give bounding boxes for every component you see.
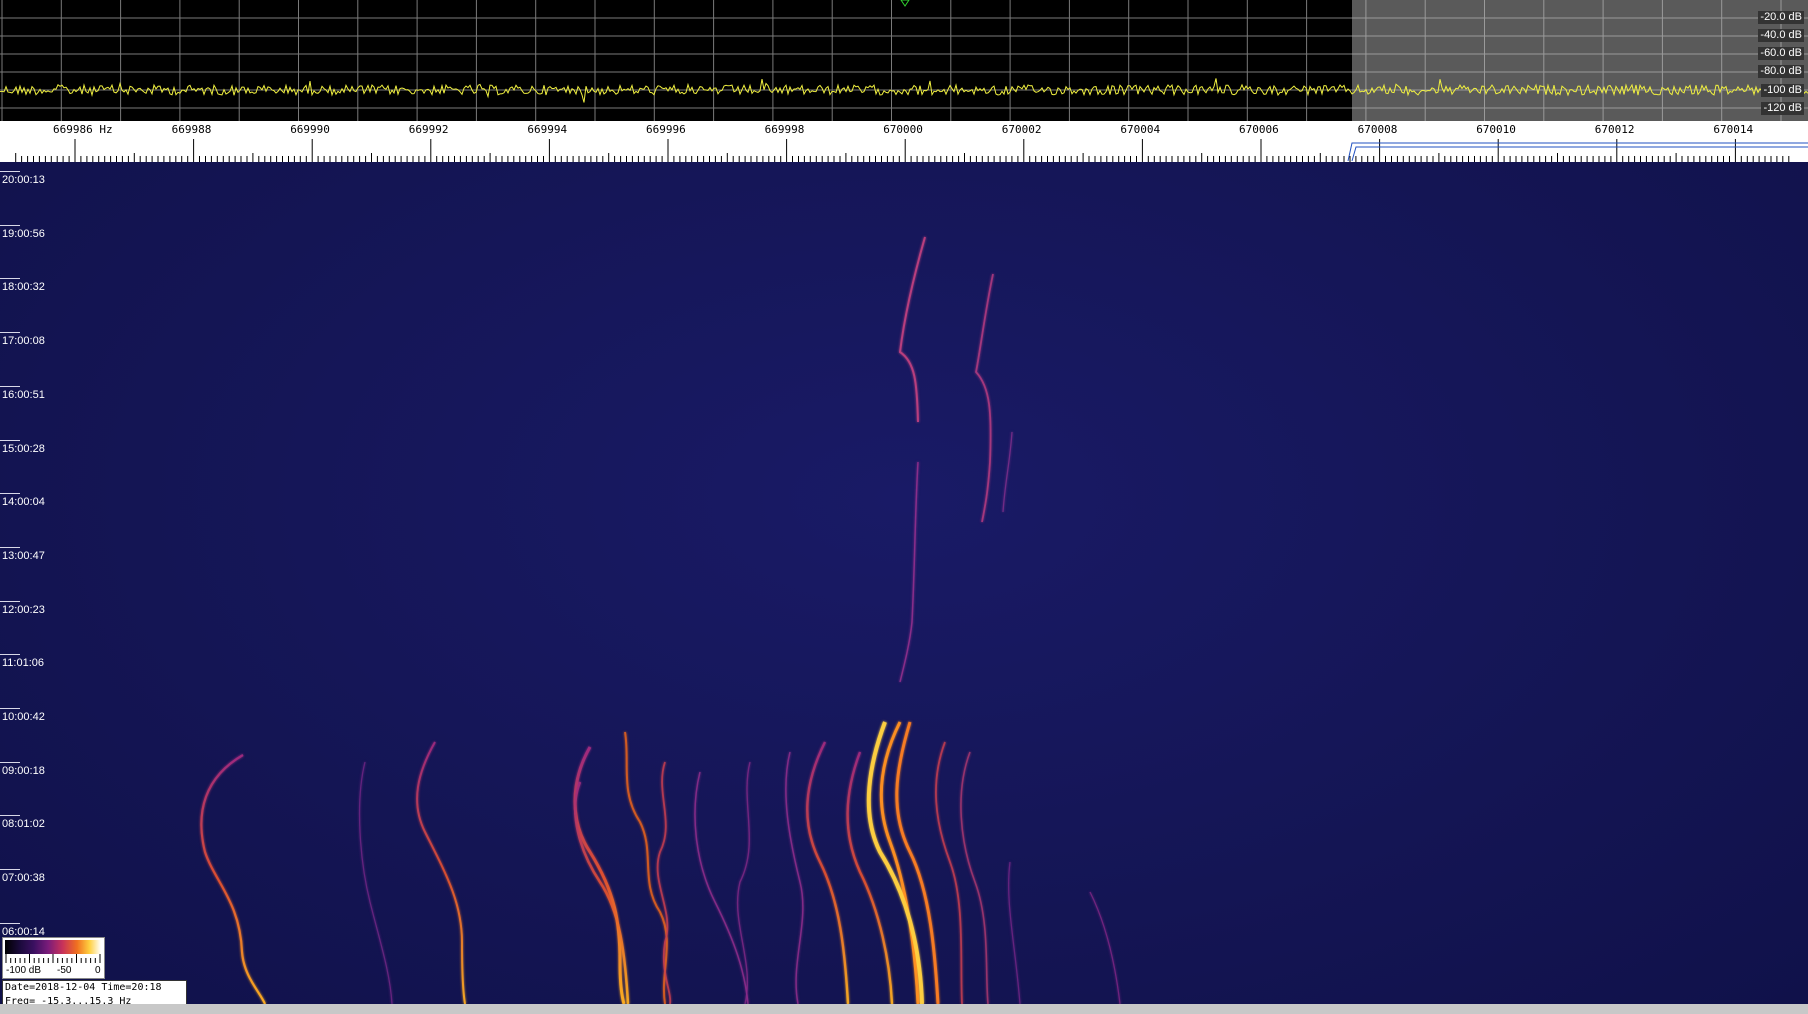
bottom-scrollbar[interactable] (0, 1004, 1808, 1014)
time-label-6: 14:00:04 (2, 496, 45, 509)
freq-label-6: 669998 (764, 123, 805, 136)
freq-label-10: 670006 (1239, 123, 1279, 136)
db-label-4: -100 dB (1761, 84, 1804, 97)
doppler-trace (1002, 431, 1013, 513)
time-tick-0 (0, 171, 20, 172)
time-label-9: 11:01:06 (2, 657, 45, 670)
colorbar-label-min: -100 dB (6, 965, 42, 976)
doppler-trace (898, 236, 926, 423)
time-label-13: 07:00:38 (2, 872, 45, 885)
doppler-trace (899, 461, 919, 683)
freq-label-7: 670000 (883, 123, 923, 136)
info-date-time: Date=2018-12-04 Time=20:18 (5, 982, 162, 993)
time-label-11: 09:00:18 (2, 764, 45, 777)
doppler-trace (573, 746, 626, 1004)
time-label-1: 19:00:56 (2, 227, 45, 240)
freq-label-12: 670010 (1476, 123, 1516, 136)
time-tick-14 (0, 922, 20, 924)
time-tick-12 (0, 815, 20, 817)
marker-triangle-icon (900, 0, 910, 7)
freq-label-1: 669988 (171, 123, 212, 136)
time-label-10: 10:00:42 (2, 711, 45, 723)
db-label-0: -20.0 dB (1758, 11, 1804, 24)
freq-label-8: 670002 (1001, 123, 1042, 136)
time-tick-2 (0, 278, 20, 280)
freq-label-14: 670014 (1713, 123, 1754, 136)
time-label-7: 13:00:47 (2, 549, 45, 562)
time-tick-11 (0, 761, 20, 763)
spectrum-plot[interactable] (0, 0, 1808, 121)
time-label-2: 18:00:32 (2, 281, 45, 294)
colorbar-label-mid: -50 (57, 965, 72, 976)
spectrum-panel[interactable]: -20.0 dB -40.0 dB -60.0 dB -80.0 dB -100… (0, 0, 1808, 121)
time-tick-6 (0, 493, 20, 495)
db-label-5: -120 dB (1761, 102, 1804, 115)
color-gradient (5, 940, 101, 954)
doppler-trace (624, 731, 668, 1004)
doppler-trace (960, 751, 989, 1004)
doppler-trace (1089, 891, 1121, 1004)
freq-label-0: 669986 Hz (53, 123, 113, 136)
time-label-8: 12:00:23 (2, 603, 45, 616)
doppler-trace (656, 761, 672, 1004)
color-scale-legend: -100 dB -50 0 (2, 937, 105, 979)
doppler-trace (200, 754, 267, 1004)
bandwidth-marker (1347, 142, 1808, 162)
db-label-2: -60.0 dB (1758, 47, 1804, 60)
freq-label-5: 669996 (646, 123, 686, 136)
time-label-12: 08:01:02 (2, 818, 45, 831)
color-scale-ticks (5, 954, 101, 963)
time-tick-3 (0, 332, 20, 334)
waterfall-display[interactable]: 20:00:13 19:00:56 18:00:32 17:00:08 16:00:51… (0, 162, 1808, 1004)
time-label-5: 15:00:28 (2, 442, 45, 455)
time-tick-9 (0, 654, 20, 656)
doppler-trace (736, 761, 751, 1004)
time-label-14: 06:00:14 (2, 925, 45, 938)
freq-label-9: 670004 (1120, 123, 1161, 136)
frequency-scale[interactable]: 669986 Hz 669988 669990 669992 669994 669996 6… (0, 121, 1808, 162)
time-label-3: 17:00:08 (2, 335, 45, 348)
time-tick-5 (0, 439, 20, 441)
db-label-1: -40.0 dB (1758, 29, 1804, 42)
freq-label-13: 670012 (1594, 123, 1635, 136)
freq-label-3: 669992 (408, 123, 449, 136)
doppler-trace (694, 771, 749, 1004)
freq-label-2: 669990 (290, 123, 330, 136)
doppler-trace (416, 741, 466, 1004)
freq-label-4: 669994 (527, 123, 568, 136)
time-label-4: 16:00:51 (2, 388, 45, 401)
time-tick-4 (0, 385, 20, 387)
doppler-trace (935, 741, 963, 1004)
time-tick-7 (0, 546, 20, 548)
time-tick-13 (0, 869, 20, 871)
doppler-trace (785, 751, 804, 1004)
time-label-0: 20:00:13 (2, 174, 45, 186)
doppler-trace (975, 273, 994, 523)
db-label-3: -80.0 dB (1758, 65, 1804, 78)
freq-label-11: 670008 (1357, 123, 1398, 136)
time-tick-10 (0, 708, 20, 709)
doppler-trace (1008, 861, 1021, 1004)
spectrum-grid (0, 0, 1352, 121)
waterfall-traces (200, 236, 1121, 1004)
time-tick-8 (0, 600, 20, 602)
bandwidth-marker-inner (1351, 146, 1808, 162)
colorbar-label-max: 0 (95, 965, 101, 976)
doppler-trace (806, 741, 850, 1004)
time-tick-1 (0, 224, 20, 226)
doppler-trace (358, 761, 393, 1004)
